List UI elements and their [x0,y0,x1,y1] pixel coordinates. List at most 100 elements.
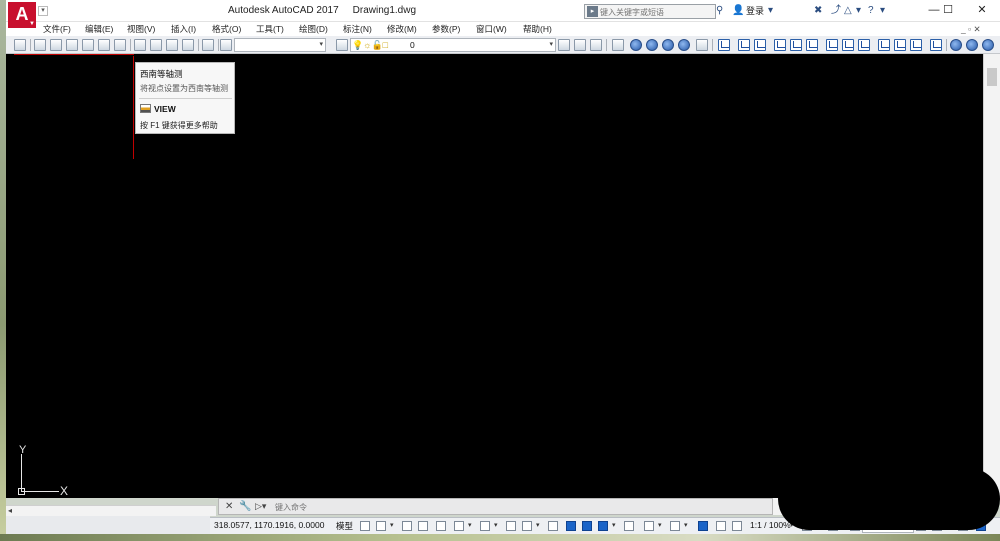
document-window-controls[interactable]: _ ▫ ✕ [961,23,981,35]
key-icon[interactable] [220,39,232,51]
menu-insert[interactable]: 插入(I) [171,23,196,35]
named-views-icon[interactable] [14,39,26,51]
visual-style-manager-icon[interactable] [696,39,708,51]
chevron-down-icon[interactable]: ▾ [880,5,885,17]
horizontal-scrollbar[interactable]: ◂ [6,505,216,516]
help-search-input[interactable] [600,6,712,18]
free-orbit-icon[interactable] [966,39,978,51]
layer-match-icon[interactable] [590,39,602,51]
chevron-down-icon[interactable]: ▾ [468,521,472,529]
help-search-box[interactable]: ▸ [584,4,716,19]
command-prompt-icon[interactable]: ▷▾ [255,501,266,512]
layer-previous-icon[interactable] [574,39,586,51]
dimension-space-icon[interactable] [910,39,922,51]
back-view-icon[interactable] [114,39,126,51]
chevron-down-icon[interactable]: ▾ [390,521,394,529]
aligned-dimension-icon[interactable] [738,39,750,51]
model-space-button[interactable]: 模型 [336,520,353,532]
continue-dimension-icon[interactable] [894,39,906,51]
user-icon[interactable]: 👤 [732,5,744,17]
layer-properties-icon[interactable] [336,39,348,51]
ordinate-dimension-icon[interactable] [774,39,786,51]
isodraft-icon[interactable] [480,521,490,531]
grid-icon[interactable] [360,521,370,531]
auto-scale-icon[interactable] [716,521,726,531]
nw-isometric-icon[interactable] [182,39,194,51]
object-snap-icon[interactable] [522,521,532,531]
object-snap-tracking-icon[interactable] [506,521,516,531]
maximize-button[interactable]: ☐ [930,0,966,20]
radius-dimension-icon[interactable] [790,39,802,51]
snap-icon[interactable] [376,521,386,531]
menu-parametric[interactable]: 参数(P) [432,23,460,35]
polar-icon[interactable] [454,521,464,531]
left-view-icon[interactable] [66,39,78,51]
quick-dimension-icon[interactable] [858,39,870,51]
menu-tools[interactable]: 工具(T) [256,23,284,35]
command-line[interactable]: ✕ 🔧 ▷▾ [218,498,773,515]
linear-dimension-icon[interactable] [718,39,730,51]
chevron-down-icon[interactable]: ▾ [612,521,616,529]
close-icon[interactable]: ✕ [225,501,233,512]
visual-style-3d-icon[interactable] [646,39,658,51]
transparency-icon[interactable] [566,521,576,531]
help-icon[interactable]: ? [868,5,874,17]
scrollbar-thumb[interactable] [987,68,997,86]
chevron-down-icon[interactable]: ▾ [768,5,773,17]
orbit-icon[interactable] [950,39,962,51]
gizmo-icon[interactable] [670,521,680,531]
baseline-dimension-icon[interactable] [878,39,890,51]
chevron-down-icon[interactable]: ▾ [856,5,861,17]
command-input[interactable] [275,501,575,513]
selection-cycling-icon[interactable] [582,521,592,531]
binoculars-icon[interactable]: ⚲ [716,5,723,17]
dynamic-input-icon[interactable] [418,521,428,531]
annotation-scale-icon[interactable] [732,521,742,531]
vertical-scrollbar[interactable] [983,54,1000,498]
menu-view[interactable]: 视图(V) [127,23,155,35]
signin-label[interactable]: 登录 [746,5,764,17]
camera-icon[interactable] [202,39,214,51]
sw-isometric-icon[interactable] [134,39,146,51]
arc-length-icon[interactable] [754,39,766,51]
diameter-dimension-icon[interactable] [826,39,838,51]
menu-edit[interactable]: 编辑(E) [85,23,113,35]
visual-style-2d-icon[interactable] [630,39,642,51]
exchange-icon[interactable]: ✖ [814,5,822,17]
menu-dimension[interactable]: 标注(N) [343,23,372,35]
front-view-icon[interactable] [98,39,110,51]
lineweight-icon[interactable] [548,521,558,531]
view-combo[interactable]: ▾ [234,38,326,52]
dimension-break-icon[interactable] [930,39,942,51]
selection-filter-icon[interactable] [644,521,654,531]
ortho-icon[interactable] [436,521,446,531]
visual-style-conceptual-icon[interactable] [678,39,690,51]
chevron-down-icon[interactable]: ▾ [536,521,540,529]
dynamic-ucs-icon[interactable] [624,521,634,531]
annotation-visibility-icon[interactable] [698,521,708,531]
close-button[interactable]: ✕ [964,0,1000,20]
layer-combo[interactable]: 💡☼🔓□ 0 ▾ [350,38,556,52]
hide-icon[interactable] [612,39,624,51]
visual-style-realistic-icon[interactable] [662,39,674,51]
wrench-icon[interactable]: 🔧 [239,501,251,512]
coordinate-readout[interactable]: 318.0577, 1170.1916, 0.0000 [214,520,324,530]
share-icon[interactable]: ⤴ [831,5,841,17]
menu-window[interactable]: 窗口(W) [476,23,507,35]
menu-file[interactable]: 文件(F) [43,23,71,35]
menu-format[interactable]: 格式(O) [212,23,241,35]
3d-object-snap-icon[interactable] [598,521,608,531]
chevron-down-icon[interactable]: ▾ [494,521,498,529]
continuous-orbit-icon[interactable] [982,39,994,51]
jogged-dimension-icon[interactable] [806,39,818,51]
top-view-icon[interactable] [34,39,46,51]
ne-isometric-icon[interactable] [166,39,178,51]
quick-access-dropdown-icon[interactable]: ▾ [38,6,48,16]
autodesk-a360-icon[interactable]: △ [844,5,852,17]
bottom-view-icon[interactable] [50,39,62,51]
angular-dimension-icon[interactable] [842,39,854,51]
chevron-down-icon[interactable]: ▾ [684,521,688,529]
se-isometric-icon[interactable] [150,39,162,51]
menu-modify[interactable]: 修改(M) [387,23,417,35]
search-icon[interactable]: ▸ [587,6,598,17]
